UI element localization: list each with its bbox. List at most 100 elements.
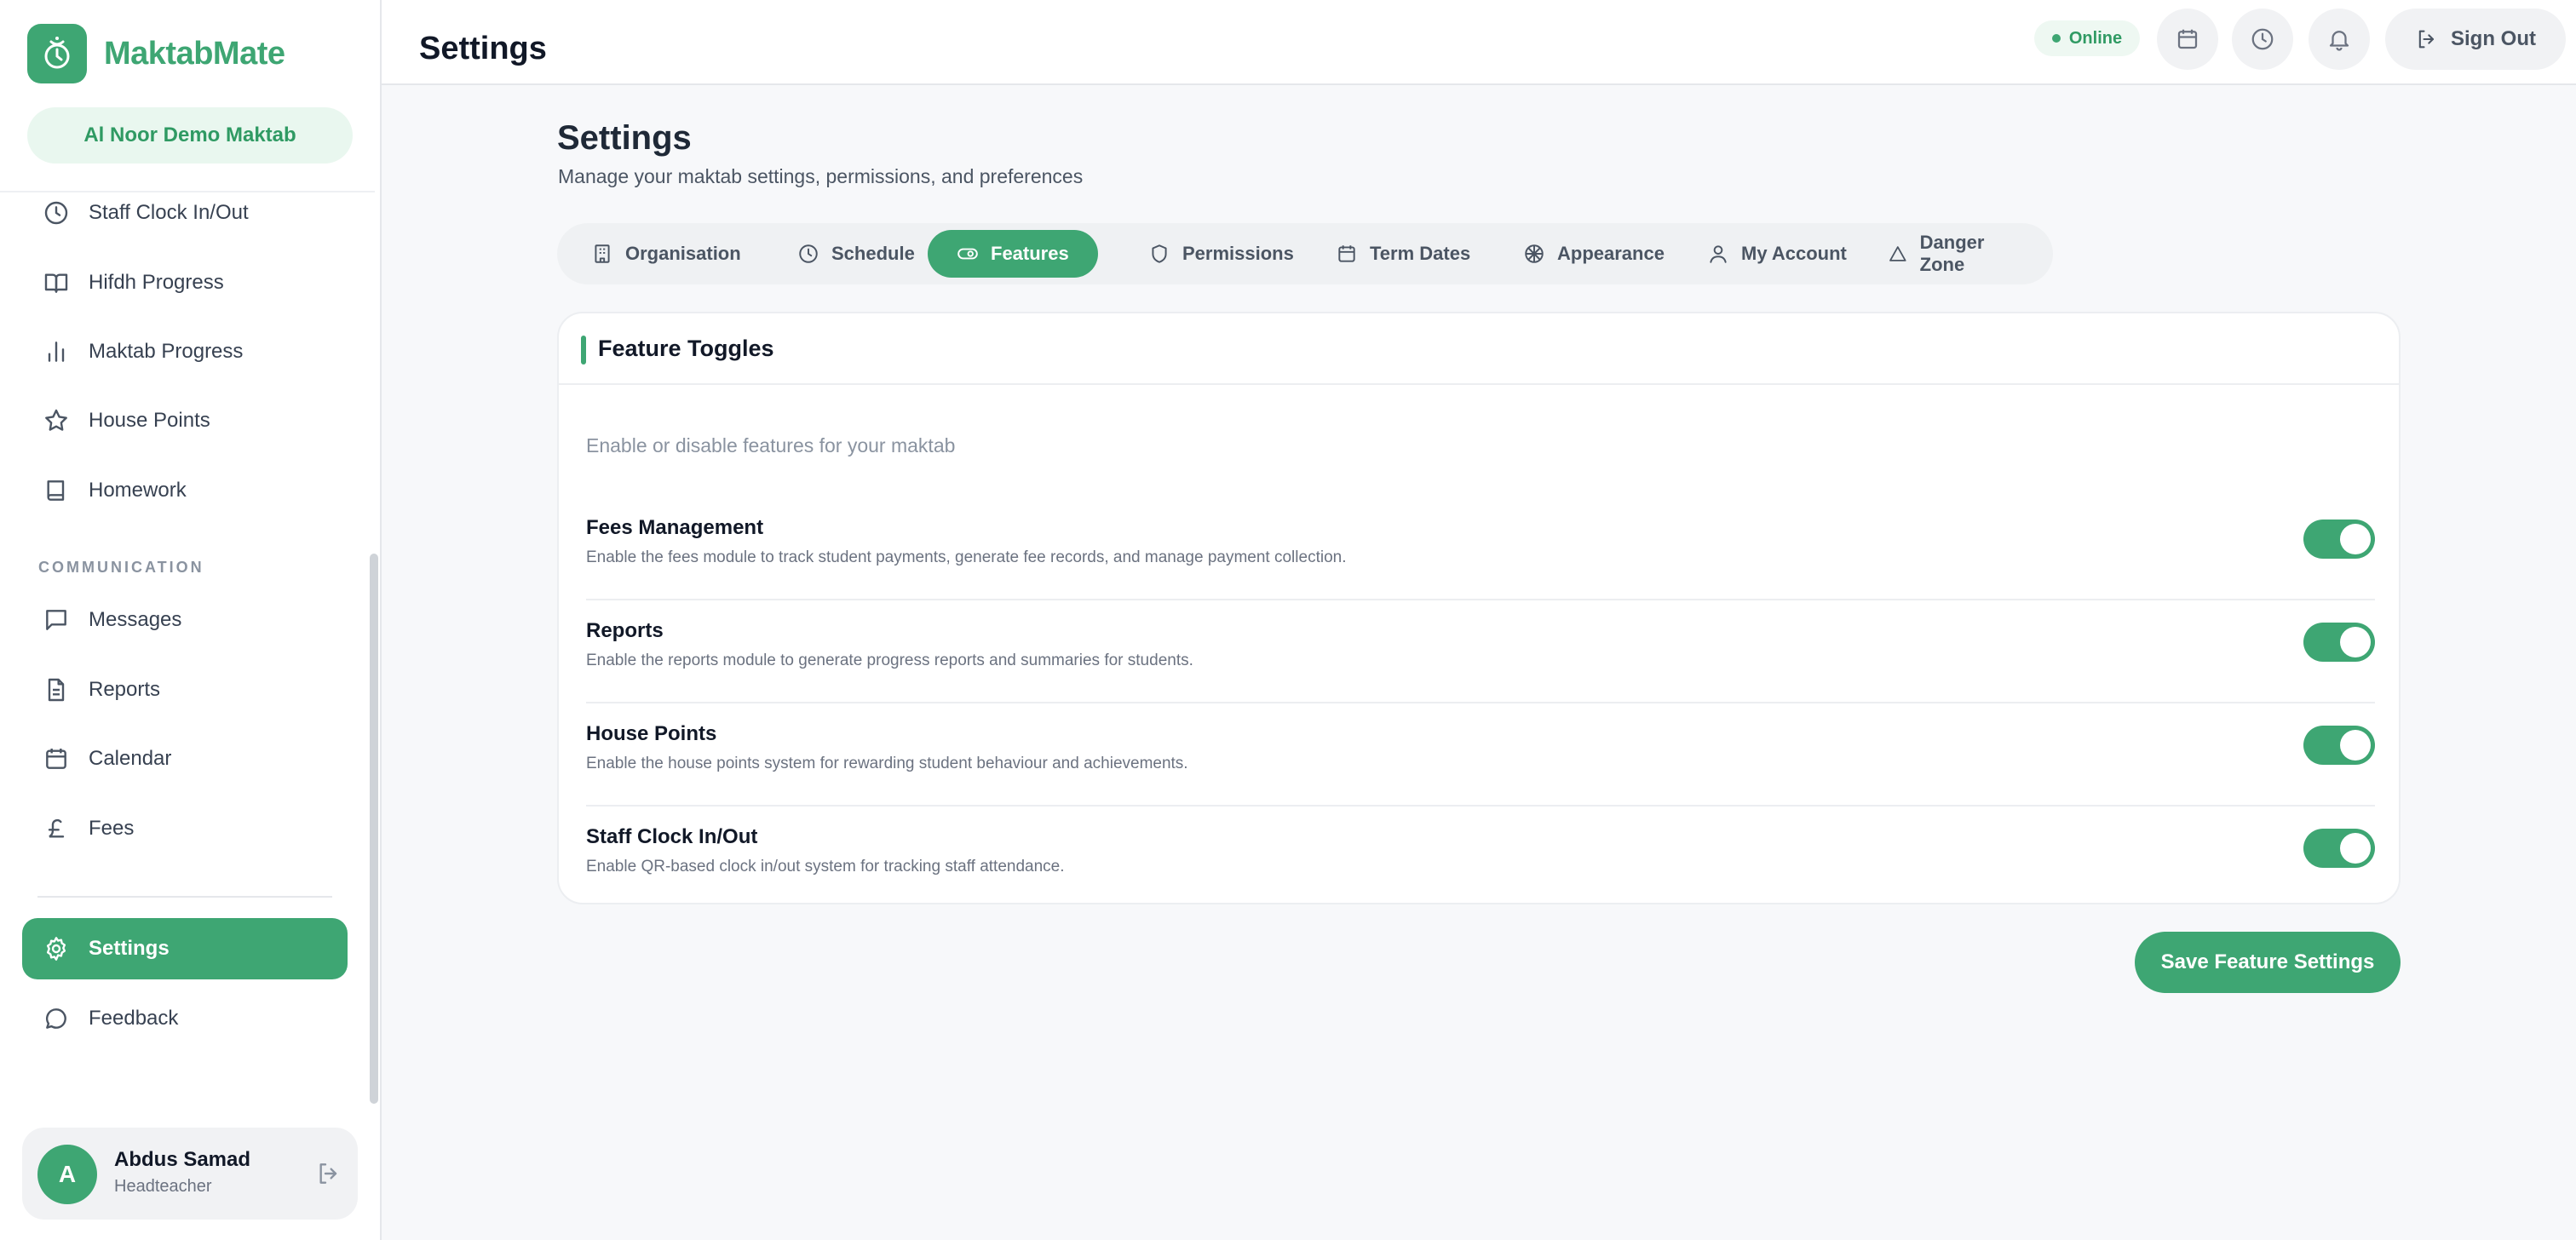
feature-name: Fees Management: [586, 516, 764, 539]
clock-icon: [2251, 28, 2274, 50]
tab-term-dates[interactable]: Term Dates: [1307, 230, 1499, 278]
feature-description: Enable QR-based clock in/out system for …: [586, 858, 1065, 875]
card-header: Feature Toggles: [559, 313, 2399, 385]
bar-chart-icon: [48, 342, 65, 362]
sidebar-item-label: Feedback: [89, 1007, 179, 1030]
sidebar-item-label: Hifdh Progress: [89, 271, 224, 294]
tab-label: Permissions: [1182, 243, 1294, 264]
user-card[interactable]: A Abdus Samad Headteacher: [22, 1128, 358, 1220]
save-feature-settings-button[interactable]: Save Feature Settings: [2135, 932, 2401, 993]
sidebar-item-homework[interactable]: Homework: [22, 460, 348, 521]
maktabmate-logo-icon: [27, 24, 87, 83]
book-open-icon: [44, 273, 68, 293]
sidebar: MaktabMate Al Noor Demo Maktab Staff Clo…: [0, 0, 382, 1240]
clock-button[interactable]: [2232, 9, 2293, 70]
sidebar-section-communication: COMMUNICATION: [38, 559, 204, 576]
feature-name: Reports: [586, 619, 664, 642]
reports-toggle[interactable]: [2303, 623, 2375, 662]
sidebar-item-reports[interactable]: Reports: [22, 659, 348, 720]
house-points-toggle[interactable]: [2303, 726, 2375, 765]
tab-appearance[interactable]: Appearance: [1494, 230, 1693, 278]
tab-label: Organisation: [625, 243, 741, 264]
sidebar-item-fees[interactable]: Fees: [22, 798, 348, 859]
tab-organisation[interactable]: Organisation: [562, 230, 770, 278]
book-icon: [47, 480, 65, 501]
feature-row-reports: Reports Enable the reports module to gen…: [586, 600, 2375, 703]
sidebar-item-label: Maktab Progress: [89, 340, 244, 363]
sidebar-item-label: House Points: [89, 409, 210, 432]
user-role: Headteacher: [114, 1177, 212, 1196]
feature-row-staff-clock: Staff Clock In/Out Enable QR-based clock…: [586, 807, 2375, 910]
tab-features[interactable]: Features: [928, 230, 1098, 278]
sidebar-item-label: Messages: [89, 608, 182, 631]
card-description: Enable or disable features for your makt…: [586, 434, 956, 456]
feature-row-fees-management: Fees Management Enable the fees module t…: [586, 497, 2375, 600]
staff-clock-toggle[interactable]: [2303, 829, 2375, 868]
sign-out-button[interactable]: Sign Out: [2385, 9, 2566, 70]
user-icon: [1710, 245, 1727, 263]
tab-my-account[interactable]: My Account: [1678, 230, 1876, 278]
file-text-icon: [48, 678, 65, 702]
palette-icon: [1525, 244, 1544, 263]
card-accent-bar: [581, 336, 586, 365]
sidebar-item-messages[interactable]: Messages: [22, 589, 348, 651]
tab-danger-zone[interactable]: Danger Zone: [1859, 230, 2053, 278]
tab-label: Schedule: [831, 243, 915, 264]
status-badge: Online: [2034, 20, 2140, 56]
feature-name: House Points: [586, 722, 717, 745]
tab-schedule[interactable]: Schedule: [768, 230, 944, 278]
organisation-switcher[interactable]: Al Noor Demo Maktab: [27, 107, 353, 164]
avatar: A: [37, 1145, 97, 1204]
tab-label: Appearance: [1557, 243, 1665, 264]
sidebar-item-calendar[interactable]: Calendar: [22, 728, 348, 789]
logout-icon: [2418, 30, 2435, 49]
sidebar-item-maktab-progress[interactable]: Maktab Progress: [22, 321, 348, 382]
sidebar-item-label: Reports: [89, 678, 161, 701]
feature-description: Enable the reports module to generate pr…: [586, 652, 1193, 669]
calendar-icon: [2177, 29, 2198, 49]
brand[interactable]: MaktabMate: [27, 24, 285, 83]
calendar-icon: [46, 749, 66, 769]
sidebar-scrollbar[interactable]: [370, 554, 378, 1104]
clock-icon: [799, 244, 818, 263]
sidebar-item-hifdh-progress[interactable]: Hifdh Progress: [22, 252, 348, 313]
pound-icon: [48, 818, 65, 838]
user-name: Abdus Samad: [114, 1148, 251, 1171]
tab-permissions[interactable]: Permissions: [1119, 230, 1323, 278]
sidebar-item-label: Calendar: [89, 747, 172, 770]
chat-bubble-icon: [46, 1008, 66, 1029]
feature-row-house-points: House Points Enable the house points sys…: [586, 703, 2375, 807]
calendar-icon: [1338, 245, 1355, 262]
sidebar-item-staff-clock[interactable]: Staff Clock In/Out: [22, 192, 348, 244]
sign-out-label: Sign Out: [2451, 27, 2536, 50]
notifications-button[interactable]: [2309, 9, 2370, 70]
fees-management-toggle[interactable]: [2303, 520, 2375, 559]
feature-name: Staff Clock In/Out: [586, 825, 758, 848]
toggle-knob: [2340, 730, 2371, 761]
brand-name: MaktabMate: [104, 35, 285, 72]
sidebar-item-settings[interactable]: Settings: [22, 918, 348, 979]
feature-description: Enable the house points system for rewar…: [586, 755, 1188, 772]
feature-description: Enable the fees module to track student …: [586, 548, 1347, 566]
tab-label: My Account: [1741, 243, 1847, 264]
toggle-icon: [957, 248, 978, 260]
tab-label: Features: [991, 243, 1069, 264]
shield-icon: [1152, 244, 1167, 263]
toggle-knob: [2340, 524, 2371, 554]
logout-icon[interactable]: [315, 1160, 342, 1187]
building-icon: [595, 244, 610, 263]
sidebar-item-feedback[interactable]: Feedback: [22, 988, 348, 1049]
toggle-knob: [2340, 627, 2371, 657]
sidebar-divider: [37, 896, 332, 898]
page-subtitle: Manage your maktab settings, permissions…: [558, 165, 1084, 187]
tab-label: Term Dates: [1370, 243, 1471, 264]
gear-icon: [46, 937, 66, 961]
sidebar-item-house-points[interactable]: House Points: [22, 390, 348, 451]
status-label: Online: [2068, 28, 2123, 48]
calendar-button[interactable]: [2157, 9, 2218, 70]
page-title: Settings: [557, 119, 692, 157]
settings-tabs: Organisation Schedule Features Permissio…: [557, 223, 2053, 284]
sidebar-nav: Staff Clock In/Out Hifdh Progress Maktab…: [0, 191, 375, 1104]
feature-toggles-card: Feature Toggles Enable or disable featur…: [557, 312, 2401, 904]
sidebar-item-label: Homework: [89, 479, 187, 502]
